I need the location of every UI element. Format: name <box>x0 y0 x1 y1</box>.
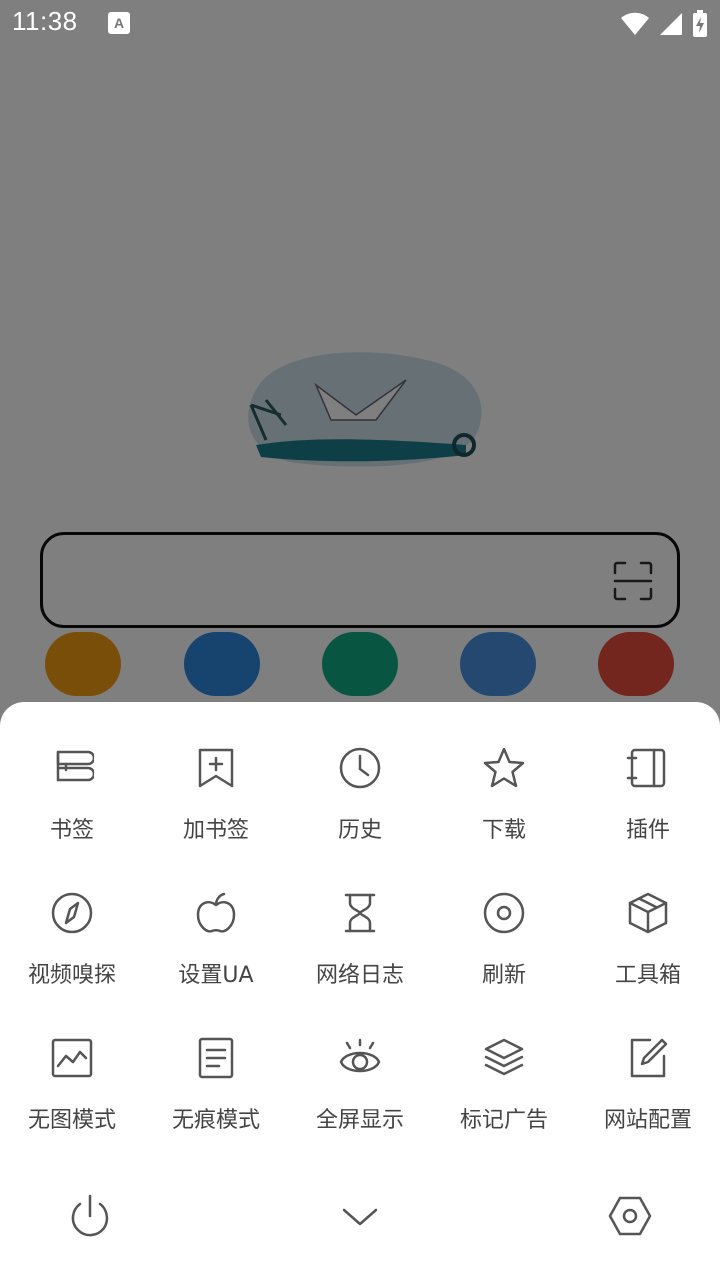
menu-item-label: 插件 <box>625 818 670 843</box>
menu-item-mark-ads[interactable]: 标记广告 <box>432 1032 576 1152</box>
power-icon[interactable] <box>66 1192 114 1240</box>
hexagon-settings-icon[interactable] <box>606 1192 654 1240</box>
menu-item-toolbox[interactable]: 工具箱 <box>576 887 720 1007</box>
apple-icon <box>196 892 236 933</box>
status-icons <box>620 10 708 38</box>
eye-icon <box>339 1038 381 1073</box>
wifi-icon <box>621 12 649 35</box>
menu-item-label: 无图模式 <box>27 1108 116 1133</box>
menu-item-network-log[interactable]: 网络日志 <box>288 887 432 1007</box>
menu-item-history[interactable]: 历史 <box>288 742 432 862</box>
add-bookmark-icon <box>198 748 234 788</box>
layers-icon <box>484 1038 524 1076</box>
menu-item-label: 全屏显示 <box>315 1108 404 1133</box>
menu-item-no-image[interactable]: 无图模式 <box>0 1032 144 1152</box>
menu-item-label: 视频嗅探 <box>27 963 116 988</box>
menu-item-add-bookmark[interactable]: 加书签 <box>144 742 288 862</box>
menu-item-set-ua[interactable]: 设置UA <box>144 887 288 1007</box>
menu-item-label: 书签 <box>49 818 94 843</box>
compass-icon <box>51 892 93 934</box>
status-bar: 11:38 A <box>0 0 720 48</box>
image-chart-icon <box>51 1038 93 1078</box>
menu-item-label: 网站配置 <box>603 1108 692 1133</box>
box-icon <box>628 892 668 934</box>
menu-item-label: 刷新 <box>481 963 526 988</box>
menu-item-site-config[interactable]: 网站配置 <box>576 1032 720 1152</box>
menu-item-download[interactable]: 下载 <box>432 742 576 862</box>
menu-item-label: 加书签 <box>182 818 249 843</box>
document-icon <box>198 1037 234 1079</box>
bookmarks-icon <box>56 750 94 782</box>
menu-row-2: 视频嗅探 设置UA 网络日志 刷新 工具箱 <box>0 887 720 1007</box>
menu-row-1: 书签 加书签 历史 下载 插件 <box>0 742 720 862</box>
menu-item-label: 工具箱 <box>614 963 681 988</box>
battery-charging-icon <box>693 10 707 37</box>
signal-icon <box>660 13 682 35</box>
menu-sheet: 书签 加书签 历史 下载 插件 视频嗅探 设置UA 网络日志 刷新 工具箱 无图… <box>0 702 720 1280</box>
menu-item-label: 无痕模式 <box>171 1108 260 1133</box>
menu-item-label: 网络日志 <box>315 963 404 988</box>
hourglass-icon <box>344 893 376 933</box>
menu-item-label: 下载 <box>481 818 526 843</box>
chevron-down-icon[interactable] <box>336 1192 384 1240</box>
plugin-icon <box>626 748 666 788</box>
menu-row-3: 无图模式 无痕模式 全屏显示 标记广告 网站配置 <box>0 1032 720 1152</box>
menu-item-video-sniff[interactable]: 视频嗅探 <box>0 887 144 1007</box>
menu-item-bookmarks[interactable]: 书签 <box>0 742 144 862</box>
menu-item-refresh[interactable]: 刷新 <box>432 887 576 1007</box>
menu-item-plugins[interactable]: 插件 <box>576 742 720 862</box>
menu-bottom-bar <box>0 1192 720 1244</box>
a-letter-icon: A <box>108 12 130 34</box>
menu-item-fullscreen[interactable]: 全屏显示 <box>288 1032 432 1152</box>
menu-item-label: 设置UA <box>178 963 254 988</box>
clock-icon <box>339 747 381 789</box>
menu-item-label: 历史 <box>337 818 382 843</box>
menu-item-label: 标记广告 <box>459 1108 548 1133</box>
refresh-circle-icon <box>483 892 525 934</box>
menu-item-incognito[interactable]: 无痕模式 <box>144 1032 288 1152</box>
star-icon <box>483 747 525 788</box>
edit-icon <box>630 1038 668 1078</box>
status-time: 11:38 <box>12 6 78 36</box>
